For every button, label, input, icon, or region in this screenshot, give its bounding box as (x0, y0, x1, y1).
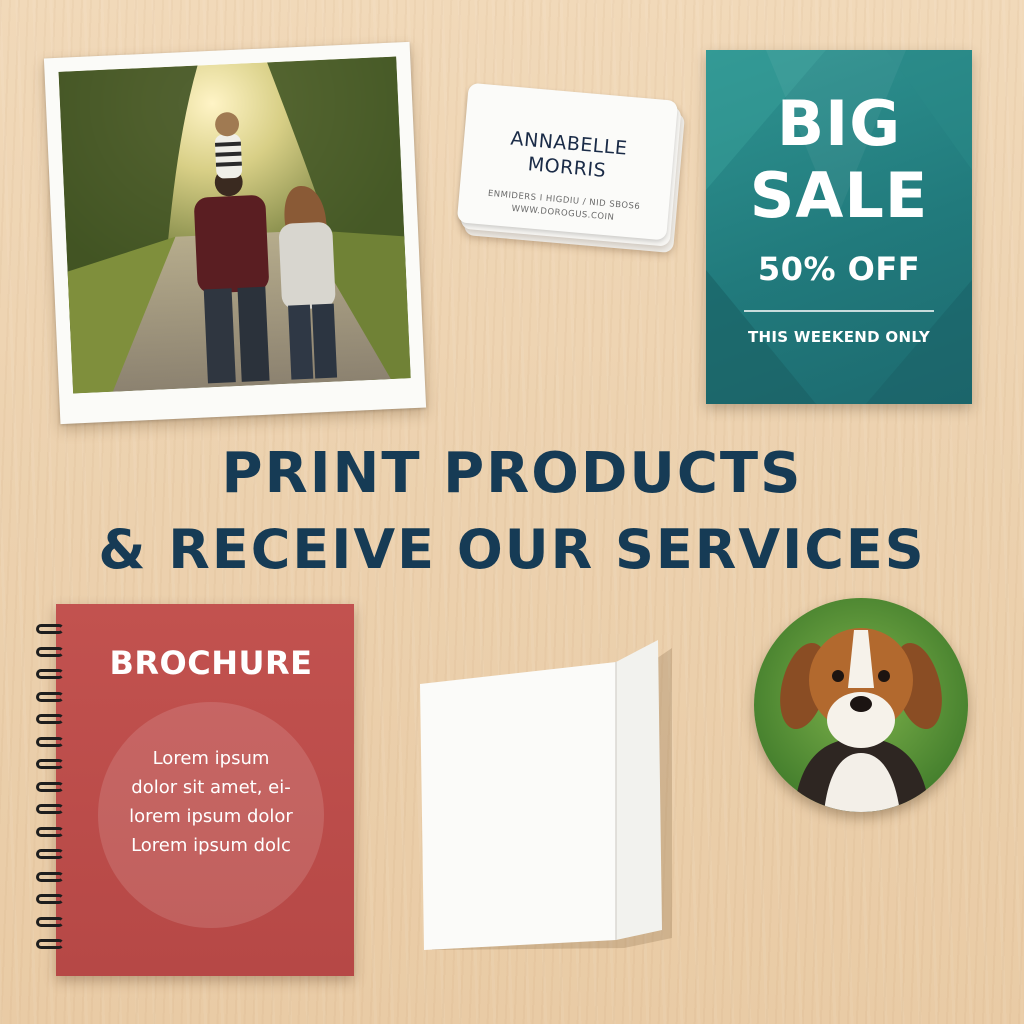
photo-print (43, 41, 427, 425)
greeting-card (418, 640, 672, 980)
brochure-body-line: lorem ipsum dolor (129, 806, 293, 827)
headline-line2: & RECEIVE OUR SERVICES (98, 518, 926, 581)
brochure-body: Lorem ipsum dolor sit amet, ei- lorem ip… (98, 744, 324, 860)
spiral-ring (36, 871, 64, 882)
headline-line1: PRINT PRODUCTS (221, 441, 803, 506)
spiral-ring (36, 759, 64, 769)
poster-headline-line1: BIG (776, 87, 902, 160)
spiral-brochure: BROCHURE Lorem ipsum dolor sit amet, ei-… (36, 604, 354, 976)
spiral-ring (36, 894, 64, 904)
brochure-body-line: dolor sit amet, ei- (131, 777, 291, 798)
spiral-ring (36, 736, 64, 747)
business-card-front: ANNABELLE MORRIS ENMIDERS I HIGDIU / NID… (456, 82, 679, 241)
poster-headline-line2: SALE (749, 159, 929, 232)
poster-note: THIS WEEKEND ONLY (747, 328, 931, 346)
poster-divider (744, 310, 934, 312)
spiral-ring (36, 826, 64, 837)
spiral-ring (36, 916, 64, 927)
spiral-ring (36, 624, 64, 634)
brochure-body-line: Lorem ipsum (152, 748, 270, 769)
spiral-ring (36, 691, 64, 702)
family-walk-photo (58, 56, 411, 394)
poster-headline: BIG SALE (706, 50, 972, 232)
poster-discount: 50% OFF (757, 250, 921, 288)
beagle-puppy-image (754, 598, 968, 812)
brochure-body-line: Lorem ipsum dolc (131, 835, 291, 856)
business-card-stack: ANNABELLE MORRIS ENMIDERS I HIGDIU / NID… (456, 82, 688, 254)
page-headline: PRINT PRODUCTS & RECEIVE OUR SERVICES (0, 436, 1024, 588)
spiral-ring (36, 804, 64, 814)
spiral-ring (36, 849, 64, 859)
folded-card-graphic (420, 640, 672, 950)
card-holder-name: ANNABELLE MORRIS (509, 127, 629, 182)
spiral-ring (36, 714, 64, 724)
photo-button-badge (754, 598, 968, 812)
spiral-ring (36, 781, 64, 792)
brochure-title: BROCHURE (109, 644, 313, 682)
sale-poster: BIG SALE 50% OFF THIS WEEKEND ONLY (706, 50, 972, 404)
spiral-ring (36, 939, 64, 949)
